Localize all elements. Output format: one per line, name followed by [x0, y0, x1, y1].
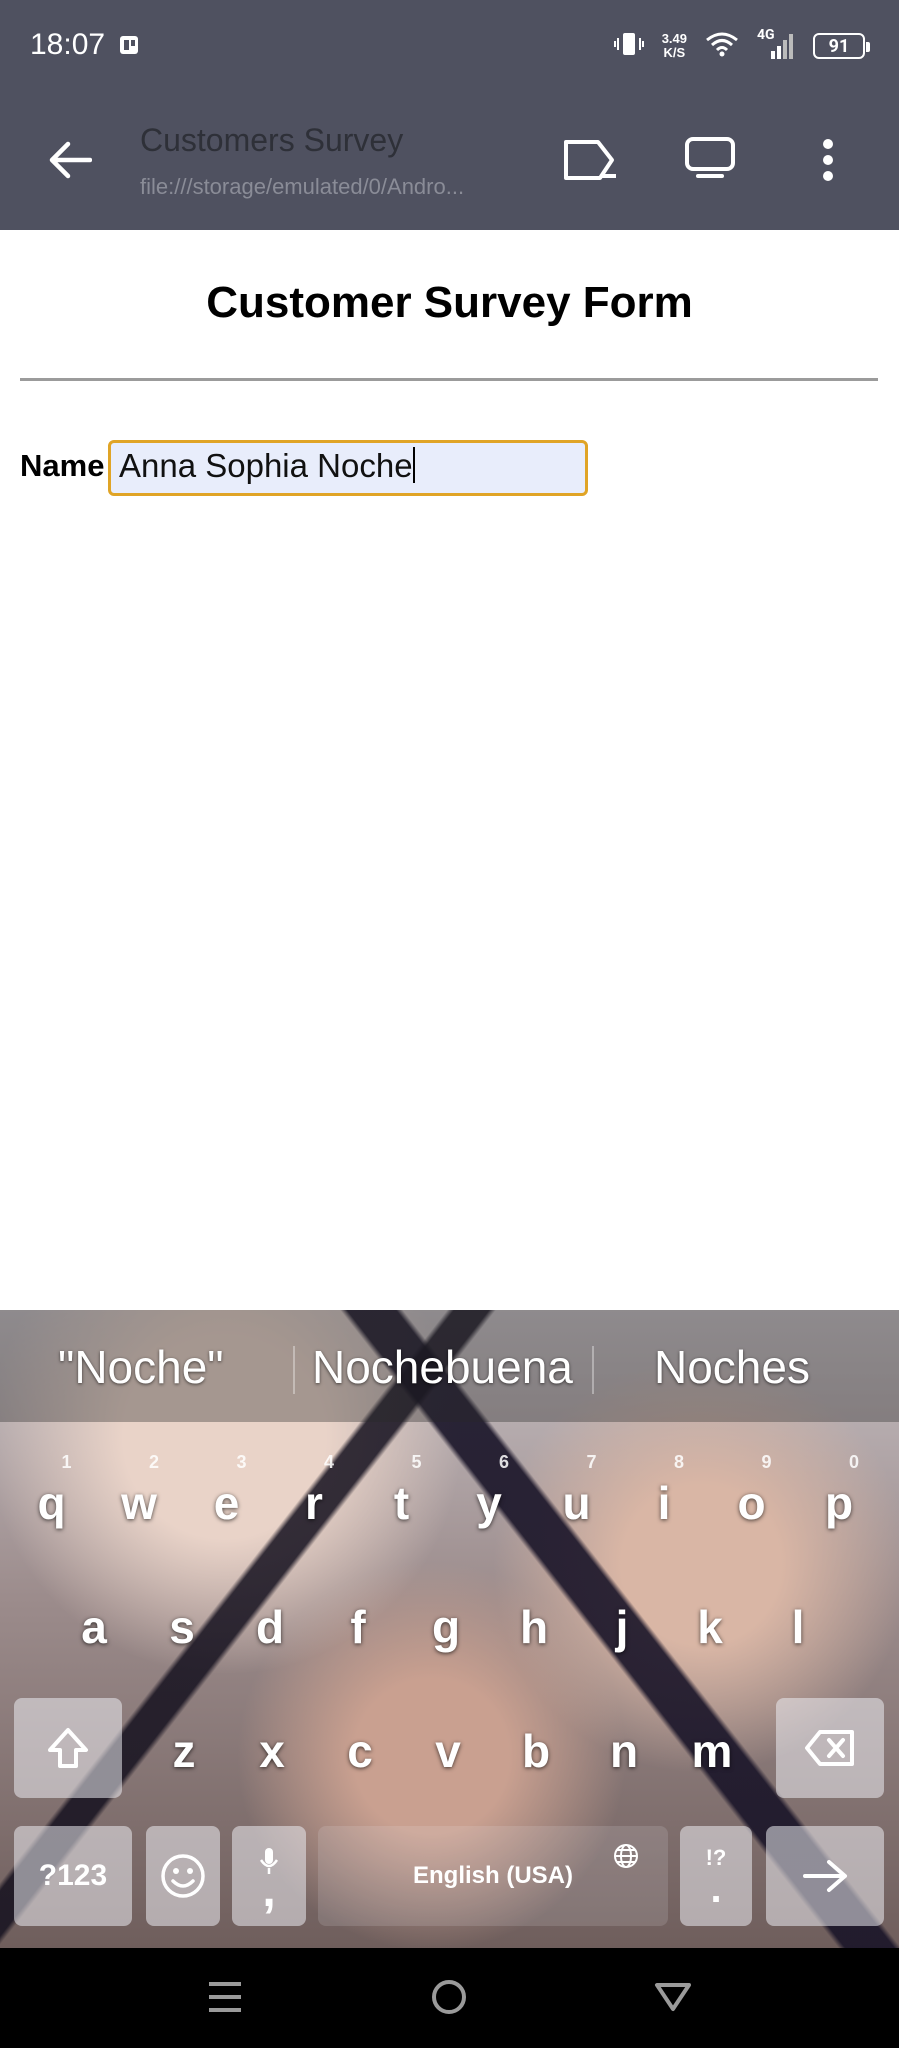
- key-w[interactable]: w: [96, 1476, 183, 1530]
- shift-icon: [48, 1728, 88, 1768]
- backspace-key[interactable]: [776, 1698, 884, 1798]
- period-key-label: .: [710, 1867, 722, 1911]
- navigation-bar: [0, 1948, 899, 2048]
- key-p[interactable]: p: [796, 1476, 883, 1530]
- speed-value: 3.49: [661, 31, 687, 46]
- speed-unit: K/S: [663, 45, 686, 60]
- emoji-key[interactable]: [146, 1826, 220, 1926]
- back-nav-button[interactable]: [648, 1972, 698, 2022]
- key-a[interactable]: a: [50, 1600, 138, 1654]
- arrow-right-icon: [803, 1860, 847, 1892]
- key-r[interactable]: r: [271, 1476, 358, 1530]
- page-title: Customer Survey Form: [206, 278, 693, 327]
- desktop-mode-button[interactable]: [680, 130, 740, 186]
- key-hint-1: 1: [61, 1452, 72, 1472]
- home-circle-icon: [432, 1980, 466, 2014]
- home-button[interactable]: [424, 1972, 474, 2022]
- cellular-signal-icon: 4G: [757, 27, 795, 61]
- key-hint-5: 5: [411, 1452, 422, 1472]
- key-d[interactable]: d: [226, 1600, 314, 1654]
- back-arrow-icon: [49, 141, 92, 179]
- web-content: Customer Survey Form Name Anna Sophia No…: [0, 230, 899, 1310]
- key-l[interactable]: l: [754, 1600, 842, 1654]
- key-s[interactable]: s: [138, 1600, 226, 1654]
- symbols-key-label: ?123: [38, 1859, 108, 1892]
- recents-button[interactable]: [200, 1972, 250, 2022]
- key-i[interactable]: i: [621, 1476, 708, 1530]
- name-input-value: Anna Sophia Noche: [119, 447, 413, 484]
- key-j[interactable]: j: [578, 1600, 666, 1654]
- cast-icon: [564, 140, 616, 180]
- key-f[interactable]: f: [314, 1600, 402, 1654]
- key-z[interactable]: z: [140, 1724, 228, 1778]
- globe-icon: [614, 1844, 638, 1868]
- text-caret: [412, 447, 415, 483]
- suggestion-3[interactable]: Noches: [654, 1340, 810, 1394]
- shift-key[interactable]: [14, 1698, 122, 1798]
- key-x[interactable]: x: [228, 1724, 316, 1778]
- name-input[interactable]: Anna Sophia Noche: [108, 440, 588, 496]
- backspace-icon: [805, 1730, 854, 1766]
- key-k[interactable]: k: [666, 1600, 754, 1654]
- more-vert-icon: [823, 139, 833, 181]
- space-key-label: English (USA): [413, 1862, 573, 1889]
- key-n[interactable]: n: [580, 1724, 668, 1778]
- more-options-button[interactable]: [808, 130, 848, 190]
- status-bar: 18:07 3.49 K/S 4G 91: [0, 0, 899, 90]
- status-icons: 3.49 K/S 4G 91: [613, 24, 870, 68]
- key-hint-2: 2: [149, 1452, 160, 1472]
- suggestion-2[interactable]: Nochebuena: [312, 1340, 573, 1394]
- suggestion-strip: "Noche" Nochebuena Noches: [0, 1310, 899, 1422]
- app-bar: Customers Survey file:///storage/emulate…: [0, 90, 899, 230]
- key-c[interactable]: c: [316, 1724, 404, 1778]
- key-hint-9: 9: [761, 1452, 772, 1472]
- key-b[interactable]: b: [492, 1724, 580, 1778]
- key-o[interactable]: o: [708, 1476, 795, 1530]
- period-key[interactable]: !? .: [680, 1826, 752, 1926]
- comma-key-label: ,: [262, 1864, 276, 1917]
- key-hint-0: 0: [849, 1452, 860, 1472]
- battery-icon: 91: [813, 33, 870, 59]
- menu-icon: [209, 1982, 241, 2012]
- key-hint-8: 8: [674, 1452, 685, 1472]
- back-triangle-icon: [655, 1983, 691, 2011]
- keyboard: "Noche" Nochebuena Noches ?123 , English…: [0, 1310, 899, 1948]
- key-v[interactable]: v: [404, 1724, 492, 1778]
- key-q[interactable]: q: [8, 1476, 95, 1530]
- key-h[interactable]: h: [490, 1600, 578, 1654]
- key-hint-7: 7: [586, 1452, 597, 1472]
- monitor-icon: [685, 137, 735, 178]
- enter-key[interactable]: [766, 1826, 884, 1926]
- status-time: 18:07: [30, 28, 106, 61]
- vibrate-icon: [613, 30, 644, 62]
- back-button[interactable]: [40, 130, 100, 190]
- wifi-icon: [705, 31, 739, 61]
- divider: [20, 378, 878, 381]
- app-title: Customers Survey: [140, 122, 404, 158]
- key-hint-3: 3: [236, 1452, 247, 1472]
- name-label: Name: [20, 448, 105, 483]
- space-key[interactable]: English (USA): [318, 1826, 668, 1926]
- suggestion-divider: [293, 1346, 295, 1394]
- key-t[interactable]: t: [358, 1476, 445, 1530]
- key-y[interactable]: y: [446, 1476, 533, 1530]
- comma-key[interactable]: ,: [232, 1826, 306, 1926]
- app-url: file:///storage/emulated/0/Andro...: [140, 174, 465, 199]
- emoji-icon: [161, 1854, 205, 1898]
- key-hint-6: 6: [499, 1452, 510, 1472]
- symbols-key[interactable]: ?123: [14, 1826, 132, 1926]
- notification-icon: [118, 34, 140, 60]
- key-e[interactable]: e: [183, 1476, 270, 1530]
- key-m[interactable]: m: [668, 1724, 756, 1778]
- key-u[interactable]: u: [533, 1476, 620, 1530]
- battery-level: 91: [828, 35, 850, 57]
- suggestion-1[interactable]: "Noche": [58, 1340, 224, 1394]
- suggestion-divider: [592, 1346, 594, 1394]
- key-g[interactable]: g: [402, 1600, 490, 1654]
- key-hint-4: 4: [324, 1452, 335, 1472]
- network-speed: 3.49 K/S: [662, 32, 687, 60]
- cast-button[interactable]: [560, 132, 620, 188]
